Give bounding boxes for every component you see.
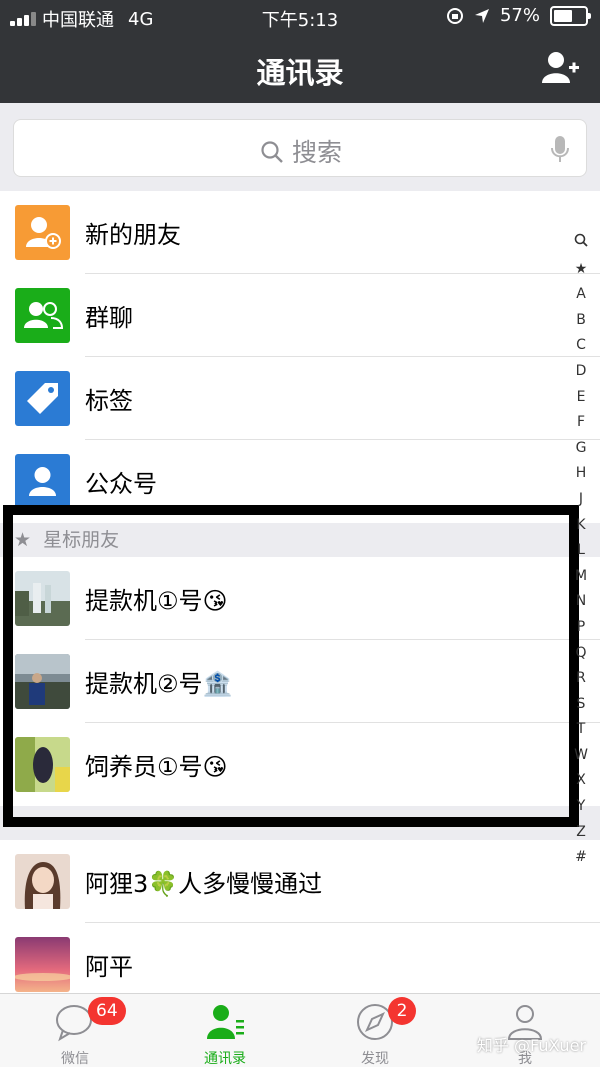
search-placeholder-text: 搜索: [291, 138, 342, 167]
index-letter[interactable]: P: [577, 615, 585, 641]
function-row-new-friends[interactable]: 新的朋友: [0, 191, 600, 274]
index-letter[interactable]: G: [576, 436, 587, 462]
tab-me[interactable]: 我: [450, 994, 600, 1067]
contact-row[interactable]: 提款机②号🏦: [0, 640, 600, 723]
index-letter[interactable]: C: [576, 333, 586, 359]
index-letter[interactable]: #: [575, 845, 587, 871]
starred-section-header: ★ 星标朋友: [0, 523, 600, 557]
index-letter[interactable]: B: [576, 308, 586, 334]
battery-icon: [550, 5, 591, 26]
contact-row[interactable]: 阿狸3🍀人多慢慢通过: [0, 840, 600, 923]
group-chat-icon: [15, 288, 70, 343]
index-letter[interactable]: J: [579, 487, 583, 513]
index-letter[interactable]: T: [577, 717, 586, 743]
function-label: 公众号: [85, 470, 157, 498]
index-letter[interactable]: A: [576, 282, 586, 308]
location-icon: [474, 8, 489, 23]
star-icon: ★: [14, 529, 32, 551]
search-input[interactable]: 搜索: [13, 119, 587, 177]
function-label: 标签: [85, 387, 133, 415]
avatar: [15, 854, 70, 909]
index-letter[interactable]: N: [576, 589, 586, 615]
status-right: 57%: [446, 5, 591, 26]
unread-badge: 64: [88, 997, 126, 1025]
index-letter[interactable]: W: [574, 743, 588, 769]
function-label: 群聊: [85, 304, 133, 332]
contact-name: 提款机②号🏦: [85, 670, 233, 698]
index-letter[interactable]: E: [577, 385, 586, 411]
search-icon: [261, 141, 283, 163]
function-row-official-accounts[interactable]: 公众号: [0, 440, 600, 523]
contact-row[interactable]: 提款机①号😘: [0, 557, 600, 640]
index-letter[interactable]: R: [576, 666, 586, 692]
tab-label: 微信: [61, 1051, 89, 1067]
avatar: [15, 654, 70, 709]
index-letter[interactable]: X: [576, 768, 586, 794]
index-letter[interactable]: F: [577, 410, 585, 436]
function-label: 新的朋友: [85, 221, 181, 249]
orientation-lock-icon: [446, 7, 463, 24]
index-letter[interactable]: H: [576, 461, 587, 487]
function-row-tags[interactable]: 标签: [0, 357, 600, 440]
index-letter[interactable]: Y: [577, 794, 586, 820]
avatar: [15, 937, 70, 992]
battery-percent: 57%: [499, 5, 540, 26]
tab-chats[interactable]: 64 微信: [0, 994, 150, 1067]
contact-name: 阿平: [85, 953, 133, 981]
microphone-icon[interactable]: [550, 134, 570, 164]
index-letter[interactable]: Z: [576, 820, 586, 846]
avatar: [15, 571, 70, 626]
contact-row[interactable]: 饲养员①号😘: [0, 723, 600, 806]
avatar: [15, 737, 70, 792]
section-header: [0, 806, 600, 840]
section-title: 星标朋友: [43, 529, 120, 551]
search-area: 搜索: [0, 103, 600, 191]
page-title: 通讯录: [256, 56, 344, 90]
index-letter[interactable]: S: [577, 692, 586, 718]
watermark: 知乎 @FuXuer: [476, 1036, 586, 1055]
status-bar: 中国联通 4G 下午5:13 57%: [0, 0, 600, 34]
contact-name: 阿狸3🍀人多慢慢通过: [85, 870, 323, 898]
official-account-icon: [15, 454, 70, 509]
notification-badge: 2: [388, 997, 416, 1025]
function-row-group-chats[interactable]: 群聊: [0, 274, 600, 357]
tag-icon: [15, 371, 70, 426]
index-letter[interactable]: M: [575, 564, 587, 590]
index-letter[interactable]: L: [577, 538, 585, 564]
tab-label: 通讯录: [204, 1051, 246, 1067]
top-bar: 中国联通 4G 下午5:13 57% 通讯录: [0, 0, 600, 103]
tab-label: 发现: [361, 1051, 389, 1067]
new-friends-icon: [15, 205, 70, 260]
alphabet-index[interactable]: ★ A B C D E F G H J K L M N P Q R S T W …: [572, 231, 590, 871]
tab-discover[interactable]: 2 发现: [300, 994, 450, 1067]
contact-name: 提款机①号😘: [85, 587, 228, 615]
search-placeholder: 搜索: [14, 133, 588, 169]
contact-name: 饲养员①号😘: [85, 753, 228, 781]
index-letter[interactable]: ★: [575, 257, 588, 283]
index-letter[interactable]: D: [576, 359, 587, 385]
index-letter[interactable]: Q: [575, 641, 586, 667]
contacts-icon: [207, 1005, 244, 1039]
index-letter[interactable]: K: [576, 513, 585, 539]
index-search-icon[interactable]: [574, 231, 588, 257]
add-friend-icon[interactable]: [540, 50, 580, 84]
contact-list: 新的朋友 群聊 标签 公众号 ★ 星标朋友 提款机①号😘 提款机②号🏦 饲养员①…: [0, 191, 600, 1006]
tab-contacts[interactable]: 通讯录: [150, 994, 300, 1067]
